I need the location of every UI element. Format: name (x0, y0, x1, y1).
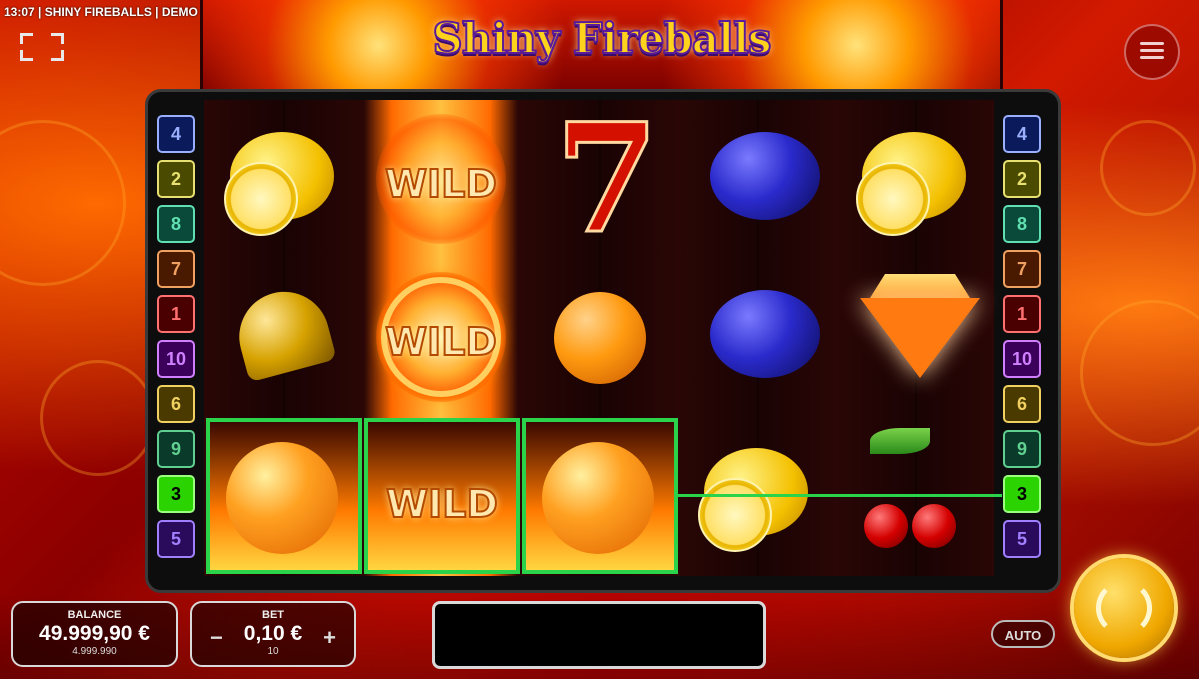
title-banner: Shiny Fireballs (200, 0, 1003, 94)
status-bar: 13:07 | SHINY FIREBALLS | DEMO (4, 5, 198, 19)
symbol-wild: WILD (366, 104, 516, 254)
payline-8: 8 (1003, 205, 1041, 243)
payline-4: 4 (1003, 115, 1041, 153)
payline-10: 10 (157, 340, 195, 378)
symbol-seven: 7 (553, 91, 660, 267)
bet-label: BET (262, 609, 284, 621)
payline-5: 5 (157, 520, 195, 558)
bet-increase-button[interactable]: + (323, 625, 336, 651)
symbol-wild-winning: WILD (364, 418, 520, 574)
balance-panel: BALANCE 49.999,90 € 4.999.990 (11, 601, 178, 667)
payline-3: 3 (157, 475, 195, 513)
symbol-orange-winning (522, 418, 678, 574)
win-line (994, 494, 1002, 497)
payline-4: 4 (157, 115, 195, 153)
payline-9: 9 (157, 430, 195, 468)
symbol-orange-winning (206, 418, 362, 574)
autoplay-button[interactable]: AUTO (991, 620, 1055, 648)
balance-label: BALANCE (67, 609, 122, 621)
message-display (432, 601, 766, 669)
symbol-plum (682, 262, 832, 412)
payline-2: 2 (157, 160, 195, 198)
payline-8: 8 (157, 205, 195, 243)
win-line (676, 494, 994, 497)
symbol-plum (682, 104, 832, 254)
bet-panel: BET 0,10 € 10 − + (190, 601, 356, 667)
balance-value: 49.999,90 € (39, 622, 150, 645)
payline-1: 1 (1003, 295, 1041, 333)
symbol-wild: WILD (366, 262, 516, 412)
symbol-diamond (840, 262, 990, 412)
symbol-lemon (840, 104, 990, 254)
symbol-bell (208, 262, 358, 412)
payline-5: 5 (1003, 520, 1041, 558)
game-title: Shiny Fireballs (431, 13, 772, 64)
payline-7: 7 (1003, 250, 1041, 288)
bet-decrease-button[interactable]: − (210, 625, 223, 651)
payline-3: 3 (1003, 475, 1041, 513)
wild-label: WILD (384, 319, 498, 365)
payline-6: 6 (157, 385, 195, 423)
payline-6: 6 (1003, 385, 1041, 423)
wild-label: WILD (385, 481, 499, 527)
background-swirl (1100, 120, 1196, 216)
wild-label: WILD (384, 161, 498, 207)
payline-1: 1 (157, 295, 195, 333)
payline-2: 2 (1003, 160, 1041, 198)
fullscreen-icon[interactable] (20, 33, 64, 61)
background-swirl (40, 360, 156, 476)
payline-9: 9 (1003, 430, 1041, 468)
spin-button[interactable] (1074, 558, 1174, 658)
payline-10: 10 (1003, 340, 1041, 378)
spin-arrows-icon (1096, 580, 1152, 636)
background-swirl (1080, 300, 1199, 446)
background-swirl (0, 120, 126, 286)
payline-7: 7 (157, 250, 195, 288)
symbol-orange (524, 262, 674, 412)
balance-credits: 4.999.990 (72, 646, 117, 657)
hamburger-menu-icon[interactable] (1124, 24, 1180, 80)
symbol-lemon (208, 104, 358, 254)
